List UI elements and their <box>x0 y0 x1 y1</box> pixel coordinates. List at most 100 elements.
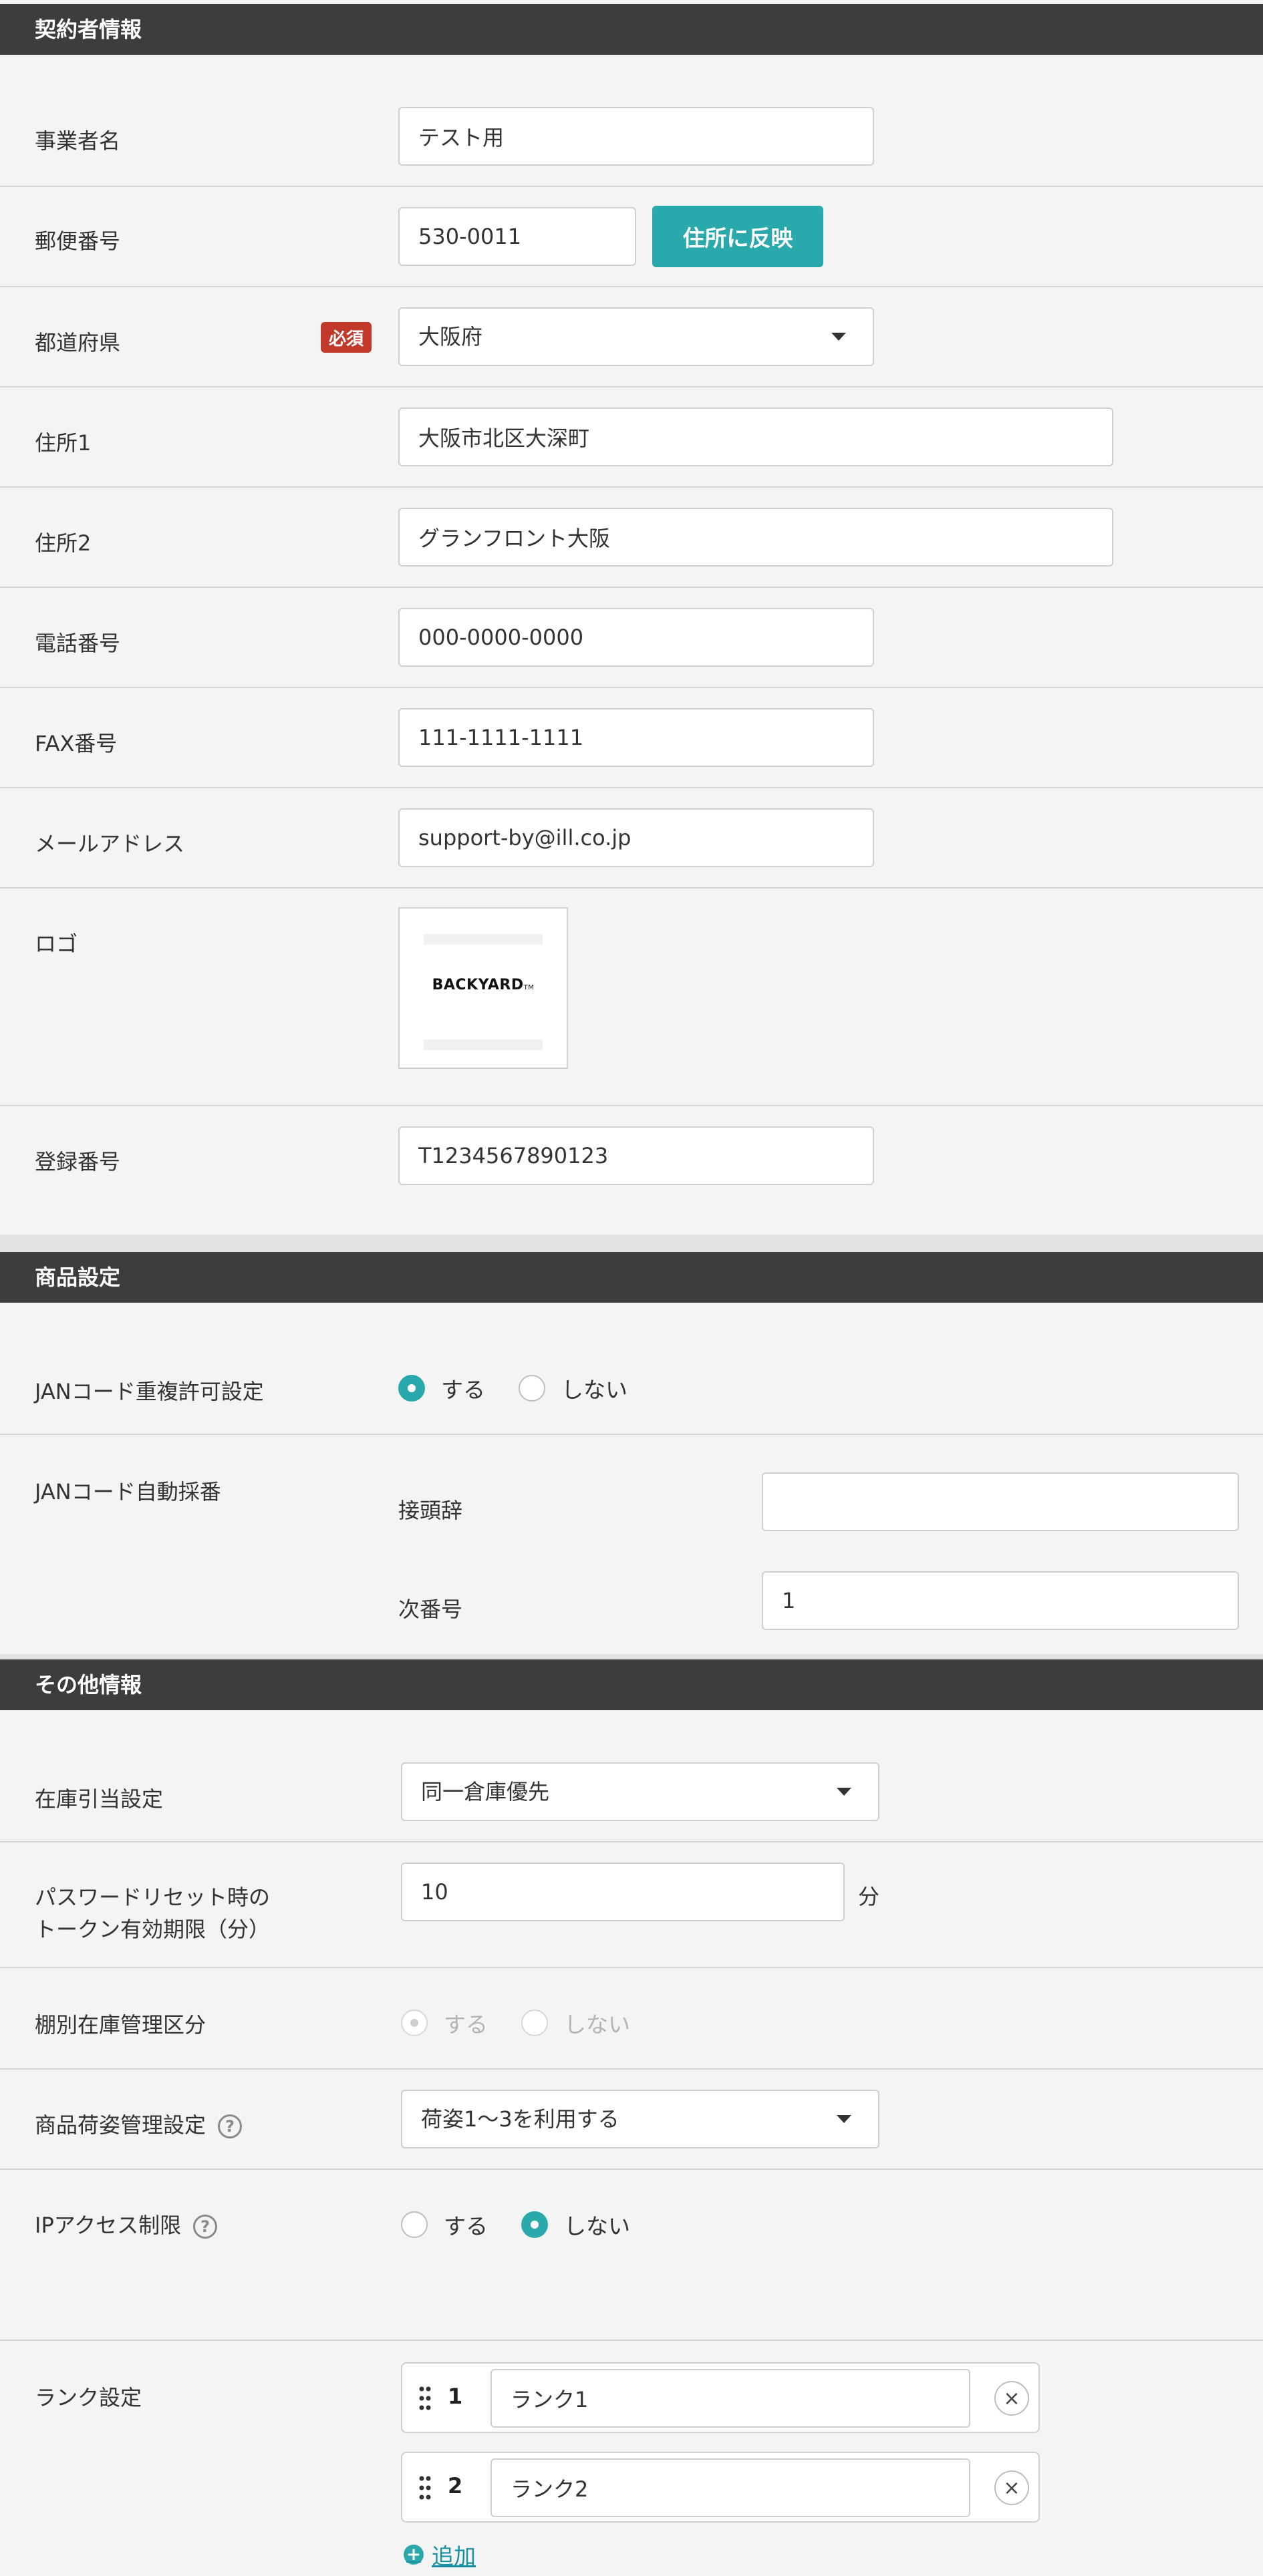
radio-checked-icon <box>401 2009 428 2036</box>
jan-auto-number-label: JANコード自動採番 <box>35 1479 221 1504</box>
postal-code-label: 郵便番号 <box>35 228 121 254</box>
rank-setting-label: ランク設定 <box>35 2385 142 2410</box>
prefecture-label: 都道府県 <box>35 330 121 355</box>
remove-rank-icon[interactable]: × <box>994 2381 1029 2416</box>
stock-allocation-selected-value: 同一倉庫優先 <box>421 1779 550 1804</box>
radio-unchecked-icon <box>519 1375 545 1402</box>
divider <box>0 1841 1263 1842</box>
jan-duplicate-label: JANコード重複許可設定 <box>35 1379 264 1404</box>
password-token-expiry-label: パスワードリセット時の トークン有効期限（分） <box>35 1881 270 1945</box>
radio-label: しない <box>561 1377 627 1403</box>
radio-label: しない <box>564 2213 630 2239</box>
address1-input[interactable] <box>398 408 1113 466</box>
next-number-input[interactable] <box>762 1571 1239 1630</box>
divider <box>0 486 1263 488</box>
remove-rank-icon[interactable]: × <box>994 2470 1029 2505</box>
label-line: トークン有効期限（分） <box>35 1917 271 1942</box>
ip-restriction-label: IPアクセス制限? <box>35 2209 218 2239</box>
add-rank-label: 追加 <box>432 2543 476 2569</box>
help-icon[interactable]: ? <box>193 2215 218 2239</box>
next-number-label: 次番号 <box>398 1597 463 1622</box>
prefecture-selected-value: 大阪府 <box>418 324 483 349</box>
ip-restriction-no-radio[interactable]: しない <box>521 2209 630 2241</box>
postal-code-input[interactable] <box>398 207 636 266</box>
divider <box>0 386 1263 387</box>
rank-number: 2 <box>448 2473 463 2499</box>
jan-duplicate-no-radio[interactable]: しない <box>519 1372 627 1404</box>
section-gap <box>0 1235 1263 1252</box>
address2-input[interactable] <box>398 508 1113 567</box>
radio-unchecked-icon <box>401 2211 428 2238</box>
settings-page: 契約者情報 事業者名 郵便番号 住所に反映 都道府県 必須 大阪府 住所1 住所… <box>0 0 1263 2576</box>
prefix-input[interactable] <box>762 1472 1239 1531</box>
label-line: パスワードリセット時の <box>35 1885 271 1910</box>
business-name-label: 事業者名 <box>35 128 121 154</box>
fax-input[interactable] <box>398 708 874 767</box>
email-label: メールアドレス <box>35 831 185 856</box>
divider <box>0 2340 1263 2341</box>
other-section-header: その他情報 <box>0 1659 1263 1710</box>
packing-management-select[interactable]: 荷姿1～3を利用する <box>401 2090 879 2148</box>
phone-input[interactable] <box>398 608 874 667</box>
shelf-stock-no-radio[interactable]: しない <box>521 2007 630 2039</box>
registration-label: 登録番号 <box>35 1149 121 1174</box>
packing-management-label: 商品荷姿管理設定? <box>35 2108 243 2139</box>
radio-checked-icon <box>521 2211 548 2238</box>
add-rank-link[interactable]: + 追加 <box>404 2539 476 2571</box>
logo-wordmark: BACKYARDTM <box>432 977 535 993</box>
stock-allocation-label: 在庫引当設定 <box>35 1786 164 1812</box>
divider <box>0 1434 1263 1435</box>
prefix-label: 接頭辞 <box>398 1498 463 1523</box>
phone-label: 電話番号 <box>35 631 121 656</box>
contractor-section-header: 契約者情報 <box>0 4 1263 55</box>
rank-number: 1 <box>448 2384 463 2409</box>
prefecture-select[interactable]: 大阪府 <box>398 307 874 366</box>
packing-selected-value: 荷姿1～3を利用する <box>421 2106 619 2132</box>
radio-label: しない <box>564 2011 630 2038</box>
caret-down-icon <box>837 2115 851 2123</box>
rank-row: 2 × <box>401 2452 1040 2523</box>
divider <box>0 1967 1263 1968</box>
caret-down-icon <box>831 333 846 341</box>
logo-decoration <box>424 934 543 945</box>
label-text: IPアクセス制限 <box>35 2213 182 2238</box>
divider <box>0 2168 1263 2170</box>
radio-checked-icon <box>398 1375 425 1402</box>
stock-allocation-select[interactable]: 同一倉庫優先 <box>401 1762 879 1821</box>
section-gap <box>0 1654 1263 1659</box>
plus-circle-icon: + <box>404 2545 424 2565</box>
logo-decoration <box>424 1039 543 1050</box>
radio-unchecked-icon <box>521 2009 548 2036</box>
minutes-unit-label: 分 <box>858 1884 880 1909</box>
rank-name-input[interactable] <box>490 2369 970 2428</box>
divider <box>0 687 1263 688</box>
drag-handle-icon[interactable] <box>418 2385 432 2412</box>
help-icon[interactable]: ? <box>218 2114 243 2138</box>
jan-duplicate-yes-radio[interactable]: する <box>398 1372 485 1404</box>
email-input[interactable] <box>398 808 874 867</box>
divider <box>0 587 1263 588</box>
logo-label: ロゴ <box>35 931 78 957</box>
radio-label: する <box>444 2213 488 2239</box>
radio-label: する <box>441 1377 485 1403</box>
registration-input[interactable] <box>398 1126 874 1185</box>
apply-address-button[interactable]: 住所に反映 <box>652 206 823 267</box>
rank-row: 1 × <box>401 2362 1040 2433</box>
divider <box>0 186 1263 187</box>
password-token-expiry-input[interactable] <box>401 1863 845 1921</box>
shelf-stock-label: 棚別在庫管理区分 <box>35 2012 206 2038</box>
address2-label: 住所2 <box>35 530 92 556</box>
logo-image[interactable]: BACKYARDTM <box>398 907 568 1069</box>
business-name-input[interactable] <box>398 107 874 166</box>
shelf-stock-yes-radio[interactable]: する <box>401 2007 488 2039</box>
fax-label: FAX番号 <box>35 731 118 756</box>
divider <box>0 286 1263 287</box>
divider <box>0 1105 1263 1106</box>
divider <box>0 2068 1263 2070</box>
required-badge: 必須 <box>321 322 372 353</box>
drag-handle-icon[interactable] <box>418 2474 432 2501</box>
ip-restriction-yes-radio[interactable]: する <box>401 2209 488 2241</box>
label-text: 商品荷姿管理設定 <box>35 2112 206 2138</box>
address1-label: 住所1 <box>35 430 92 456</box>
rank-name-input[interactable] <box>490 2458 970 2517</box>
